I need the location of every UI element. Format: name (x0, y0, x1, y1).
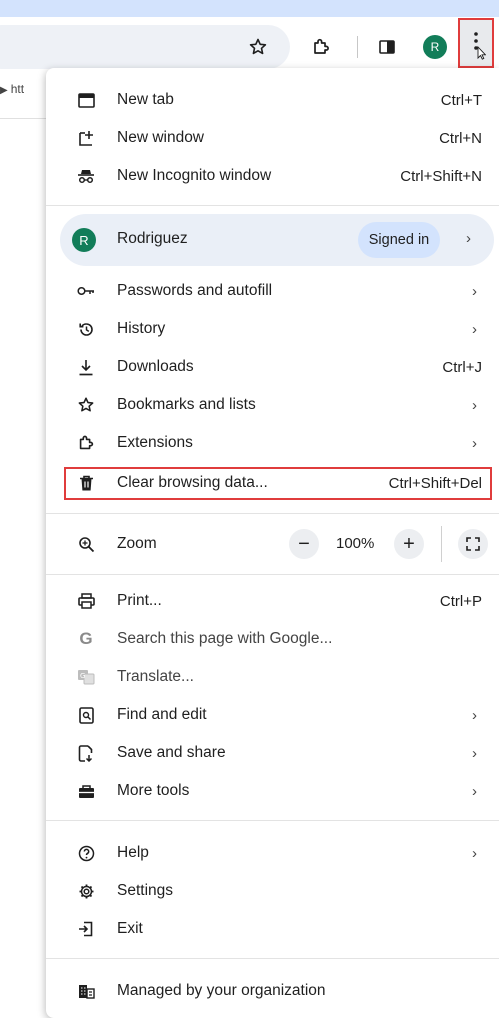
chevron-right-icon: › (466, 230, 471, 247)
svg-text:G: G (80, 672, 85, 680)
save-share-icon (76, 743, 96, 763)
menu-item-passwords[interactable]: Passwords and autofill › (46, 272, 499, 310)
new-window-icon (76, 128, 96, 148)
menu-item-settings[interactable]: Settings (46, 872, 499, 910)
find-icon (76, 705, 96, 725)
exit-icon (76, 919, 96, 939)
menu-item-print[interactable]: Print... Ctrl+P (46, 582, 499, 620)
new-tab-icon (76, 90, 96, 110)
menu-item-find-edit[interactable]: Find and edit › (46, 696, 499, 734)
menu-item-zoom: Zoom (46, 524, 499, 564)
page-info-icon: ▶ (0, 85, 8, 96)
print-icon (76, 591, 96, 611)
menu-divider (46, 574, 499, 575)
chevron-right-icon: › (472, 434, 477, 452)
menu-item-downloads[interactable]: Downloads Ctrl+J (46, 348, 499, 386)
incognito-icon (76, 166, 96, 186)
key-icon (76, 281, 96, 301)
menu-item-translate: G Translate... (46, 658, 499, 696)
menu-item-exit[interactable]: Exit (46, 910, 499, 948)
menu-item-more-tools[interactable]: More tools › (46, 772, 499, 810)
profile-avatar-button[interactable]: R (423, 35, 447, 59)
zoom-in-button[interactable]: + (394, 529, 424, 559)
profile-avatar: R (72, 228, 96, 252)
chrome-main-menu: New tab Ctrl+T New window Ctrl+N New Inc… (46, 68, 499, 1018)
star-icon[interactable] (247, 36, 269, 58)
menu-item-new-window[interactable]: New window Ctrl+N (46, 119, 499, 157)
zoom-level: 100% (336, 535, 375, 552)
chevron-right-icon: › (472, 706, 477, 724)
side-panel-icon[interactable] (376, 36, 398, 58)
toolbar-separator (357, 36, 358, 58)
history-icon (76, 319, 96, 339)
menu-item-history[interactable]: History › (46, 310, 499, 348)
extensions-icon[interactable] (310, 36, 332, 58)
page-url-fragment: ▶ htt (0, 82, 25, 96)
kebab-menu-button[interactable] (458, 18, 494, 68)
menu-item-new-incognito[interactable]: New Incognito window Ctrl+Shift+N (46, 157, 499, 195)
chevron-right-icon: › (472, 282, 477, 300)
menu-divider (46, 205, 499, 206)
signed-in-badge: Signed in (358, 222, 440, 258)
building-icon (76, 981, 96, 1001)
google-icon: G (79, 629, 93, 648)
menu-item-profile[interactable]: R Rodriguez Signed in › (60, 214, 494, 266)
chevron-right-icon: › (472, 396, 477, 414)
zoom-out-button[interactable]: − (289, 529, 319, 559)
menu-item-bookmarks[interactable]: Bookmarks and lists › (46, 386, 499, 424)
menu-divider (46, 513, 499, 514)
menu-item-managed[interactable]: Managed by your organization (46, 972, 499, 1010)
zoom-separator (441, 526, 442, 562)
chevron-right-icon: › (472, 844, 477, 862)
menu-item-extensions[interactable]: Extensions › (46, 424, 499, 462)
toolbox-icon (76, 781, 96, 801)
highlight-annotation (64, 467, 492, 500)
menu-divider (46, 958, 499, 959)
window-top-strip (0, 0, 499, 17)
download-icon (76, 357, 96, 377)
chevron-right-icon: › (472, 744, 477, 762)
menu-item-help[interactable]: Help › (46, 834, 499, 872)
star-icon (76, 395, 96, 415)
menu-item-save-share[interactable]: Save and share › (46, 734, 499, 772)
help-icon (76, 843, 96, 863)
fullscreen-button[interactable] (458, 529, 488, 559)
zoom-icon (76, 534, 96, 554)
chevron-right-icon: › (472, 782, 477, 800)
extensions-icon (76, 433, 96, 453)
profile-name: Rodriguez (117, 230, 188, 247)
fullscreen-icon (466, 537, 480, 551)
translate-icon: G (76, 667, 96, 687)
menu-item-search-google: G Search this page with Google... (46, 620, 499, 658)
chevron-right-icon: › (472, 320, 477, 338)
menu-item-new-tab[interactable]: New tab Ctrl+T (46, 81, 499, 119)
menu-divider (46, 820, 499, 821)
kebab-menu-icon (474, 32, 486, 60)
gear-icon (76, 881, 96, 901)
